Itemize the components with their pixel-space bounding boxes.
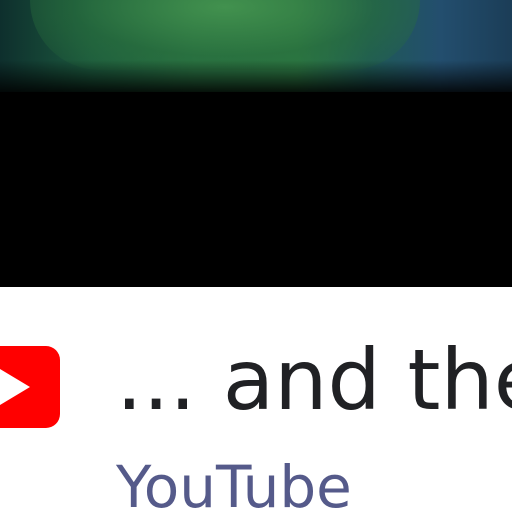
thumbnail-letterbox	[0, 60, 512, 92]
video-result-card[interactable]: ... and the YouTube	[0, 0, 512, 512]
video-thumbnail[interactable]	[0, 0, 512, 287]
video-source: YouTube	[116, 453, 352, 512]
play-triangle-icon	[0, 369, 30, 405]
youtube-play-icon	[0, 346, 60, 428]
video-title[interactable]: ... and the	[116, 330, 512, 430]
